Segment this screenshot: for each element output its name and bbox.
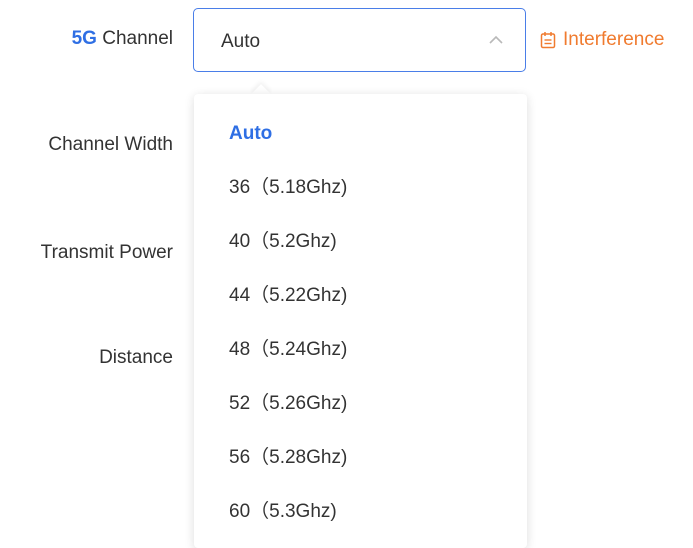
distance-label: Distance xyxy=(99,347,173,368)
channel-select-value: Auto xyxy=(221,31,261,52)
channel-label: 5G Channel xyxy=(72,27,173,51)
chevron-up-icon xyxy=(489,35,503,44)
channel-label-text: Channel xyxy=(96,28,173,49)
channel-option-60[interactable]: 60（5.3Ghz) xyxy=(194,490,527,544)
channel-option-40[interactable]: 40（5.2Ghz) xyxy=(194,220,527,274)
interference-link[interactable]: Interference xyxy=(540,28,664,52)
interference-label: Interference xyxy=(563,29,665,50)
channel-option-auto[interactable]: Auto xyxy=(194,112,527,166)
channel-option-36[interactable]: 36（5.18Ghz) xyxy=(194,166,527,220)
channel-dropdown-menu[interactable]: Auto 36（5.18Ghz) 40（5.2Ghz) 44（5.22Ghz) … xyxy=(194,94,527,548)
channel-option-56[interactable]: 56（5.28Ghz) xyxy=(194,436,527,490)
band-label: 5G xyxy=(71,28,97,49)
calendar-icon xyxy=(540,32,556,49)
channel-option-48[interactable]: 48（5.24Ghz) xyxy=(194,328,527,382)
channel-option-52[interactable]: 52（5.26Ghz) xyxy=(194,382,527,436)
channel-option-44[interactable]: 44（5.22Ghz) xyxy=(194,274,527,328)
channel-width-label: Channel Width xyxy=(48,134,173,155)
channel-option-list: Auto 36（5.18Ghz) 40（5.2Ghz) 44（5.22Ghz) … xyxy=(194,112,527,544)
transmit-power-label: Transmit Power xyxy=(40,242,173,263)
channel-select[interactable]: Auto xyxy=(193,8,526,72)
